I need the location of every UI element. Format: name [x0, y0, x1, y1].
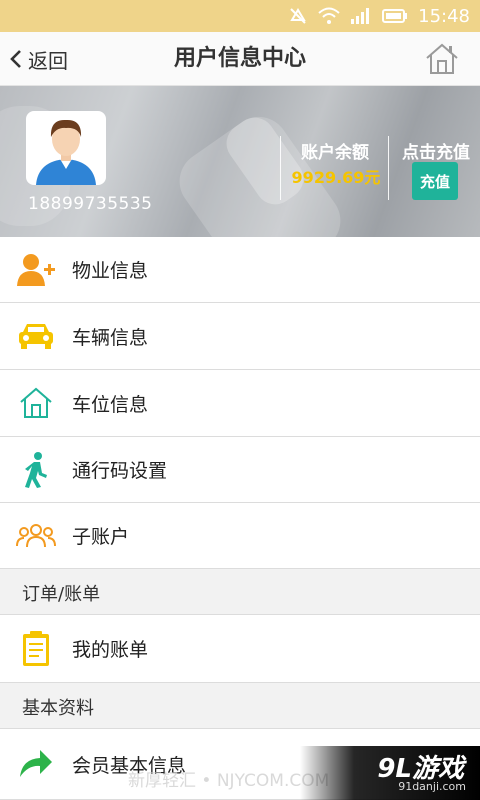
- phone-number: 18899735535: [28, 194, 153, 214]
- menu-item-property-info[interactable]: 物业信息: [0, 237, 480, 303]
- menu-item-label: 通行码设置: [72, 460, 168, 482]
- user-avatar-icon: [36, 119, 96, 185]
- page-title: 用户信息中心: [173, 46, 306, 71]
- menu-item-passcode-settings[interactable]: 通行码设置: [0, 437, 480, 503]
- balance-value: 9929.69元: [291, 168, 381, 187]
- back-label: 返回: [28, 48, 68, 73]
- menu-item-my-bills[interactable]: 我的账单: [0, 615, 480, 683]
- back-button[interactable]: 返回: [8, 32, 68, 86]
- watermark-site: 91danji.com: [398, 780, 466, 793]
- divider: [280, 136, 281, 200]
- menu-item-sub-accounts[interactable]: 子账户: [0, 503, 480, 569]
- profile-header: 18899735535 账户余额 9929.69元 点击充值 充值: [0, 86, 480, 237]
- chevron-left-icon: [10, 50, 21, 68]
- menu-item-label: 车位信息: [72, 393, 149, 416]
- signal-icon: [350, 7, 372, 25]
- walking-person-icon: [16, 450, 56, 490]
- add-user-icon: [16, 250, 56, 290]
- recharge-label: 点击充值: [402, 143, 470, 163]
- home-button[interactable]: [424, 42, 460, 76]
- status-time: 15:48: [418, 5, 470, 27]
- divider: [388, 136, 389, 200]
- section-header-orders: 订单/账单: [0, 569, 480, 615]
- avatar[interactable]: [26, 111, 106, 185]
- battery-icon: [382, 8, 408, 24]
- menu-item-label: 物业信息: [72, 260, 149, 282]
- nav-bar: 返回 用户信息中心: [0, 32, 480, 86]
- parking-house-icon: [16, 383, 56, 423]
- group-users-icon: [16, 516, 56, 556]
- mute-icon: [288, 6, 308, 26]
- car-icon: [16, 316, 56, 356]
- wifi-icon: [318, 7, 340, 25]
- menu-item-label: 子账户: [72, 526, 130, 548]
- balance-label: 账户余额: [301, 143, 369, 163]
- recharge-button[interactable]: 充值: [412, 162, 458, 200]
- section-header-label: 基本资料: [22, 698, 94, 719]
- menu-item-label: 车辆信息: [72, 326, 149, 349]
- status-bar: 15:48: [0, 0, 480, 32]
- share-arrow-icon: [16, 743, 56, 783]
- home-icon: [426, 43, 458, 74]
- clipboard-icon: [16, 629, 56, 669]
- section-header-basic-info: 基本资料: [0, 683, 480, 729]
- menu-item-vehicle-info[interactable]: 车辆信息: [0, 303, 480, 370]
- menu-item-label: 我的账单: [72, 639, 149, 661]
- section-header-label: 订单/账单: [22, 584, 101, 605]
- menu-item-parking-info[interactable]: 车位信息: [0, 370, 480, 437]
